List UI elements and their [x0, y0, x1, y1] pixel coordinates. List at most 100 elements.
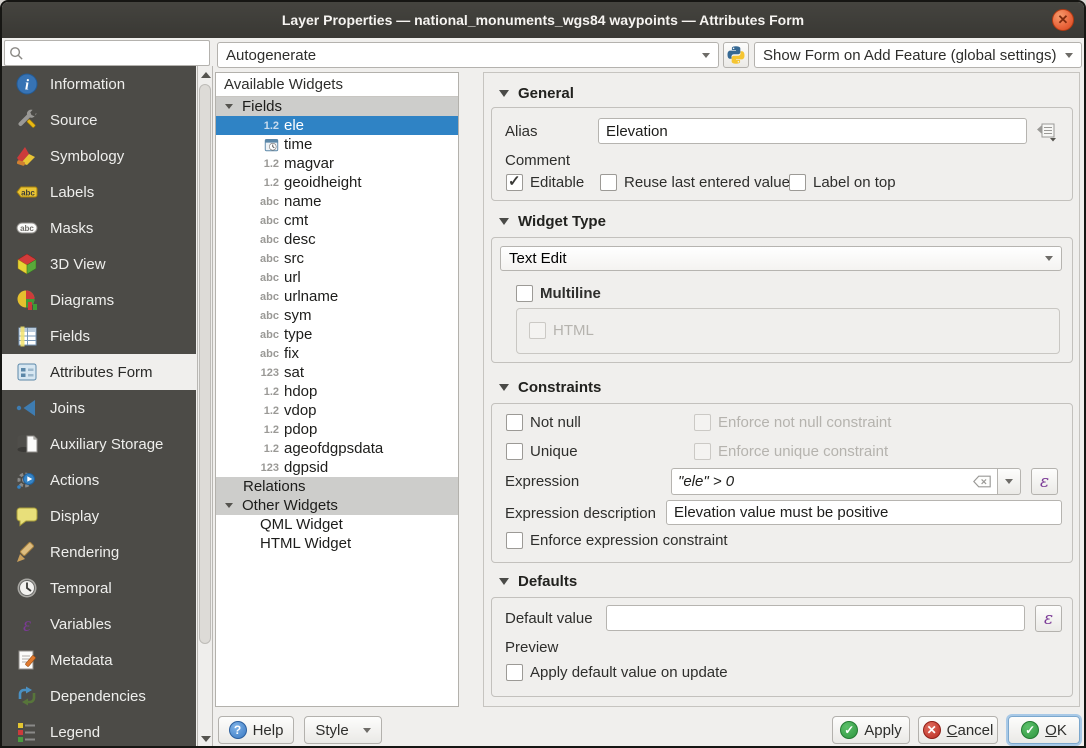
sidebar-item-labels[interactable]: abc Labels [2, 174, 196, 210]
sidebar-item-joins[interactable]: Joins [2, 390, 196, 426]
expression-field[interactable]: "ele" > 0 [671, 468, 1021, 495]
sidebar-item-variables[interactable]: ε Variables [2, 606, 196, 642]
tree-item-cmt[interactable]: abccmt [216, 211, 458, 230]
sidebar-scrollbar[interactable] [197, 66, 213, 748]
tree-item-magvar[interactable]: 1.2magvar [216, 154, 458, 173]
clear-text-icon[interactable] [973, 475, 991, 488]
sidebar-item-information[interactable]: i Information [2, 66, 196, 102]
unique-checkbox[interactable]: Unique [506, 443, 578, 460]
section-collapse-icon[interactable] [499, 218, 509, 225]
collapse-arrow-icon[interactable] [225, 503, 233, 508]
sidebar-item-display[interactable]: Display [2, 498, 196, 534]
section-collapse-icon[interactable] [499, 90, 509, 97]
tree-item-geoidheight[interactable]: 1.2geoidheight [216, 173, 458, 192]
section-defaults[interactable]: Defaults [499, 573, 577, 590]
sidebar-item-source[interactable]: Source [2, 102, 196, 138]
tree-item-dgpsid[interactable]: 123dgpsid [216, 458, 458, 477]
tree-item-ageofdgpsdata[interactable]: 1.2ageofdgpsdata [216, 439, 458, 458]
tree-item-hdop[interactable]: 1.2hdop [216, 382, 458, 401]
sidebar-item-diagrams[interactable]: Diagrams [2, 282, 196, 318]
style-menu-button[interactable]: Style [304, 716, 382, 744]
search-input[interactable] [24, 45, 205, 61]
symbology-icon [15, 144, 39, 168]
tree-item-html-widget[interactable]: HTML Widget [216, 534, 458, 553]
default-value-input[interactable] [606, 605, 1025, 631]
close-icon[interactable]: ✕ [1052, 9, 1074, 31]
sidebar-item-temporal[interactable]: Temporal [2, 570, 196, 606]
checkbox-icon[interactable] [506, 414, 523, 431]
enforce-not-null-checkbox[interactable]: Enforce not null constraint [694, 414, 891, 431]
form-layout-select[interactable]: Autogenerate [217, 42, 719, 68]
tree-item-url[interactable]: abcurl [216, 268, 458, 287]
ok-button[interactable]: ✓ OK [1008, 716, 1080, 744]
data-defined-override-button[interactable] [1033, 118, 1059, 144]
tree-group-relations[interactable]: Relations [216, 477, 458, 496]
collapse-arrow-icon[interactable] [225, 104, 233, 109]
default-expression-button[interactable]: ε [1035, 605, 1062, 632]
checkbox-icon[interactable] [506, 532, 523, 549]
scroll-up-icon[interactable] [201, 72, 211, 78]
scroll-down-icon[interactable] [201, 736, 211, 742]
tree-item-qml-widget[interactable]: QML Widget [216, 515, 458, 534]
multiline-checkbox[interactable]: Multiline [516, 285, 601, 302]
tree-group-other-widgets[interactable]: Other Widgets [216, 496, 458, 515]
editable-checkbox[interactable]: Editable [506, 174, 584, 191]
tree-item-name[interactable]: abcname [216, 192, 458, 211]
html-checkbox[interactable]: HTML [529, 322, 594, 339]
checkbox-icon[interactable] [506, 174, 523, 191]
tree-item-sat[interactable]: 123sat [216, 363, 458, 382]
alias-input[interactable]: Elevation [598, 118, 1027, 144]
constraints-frame: Not null Enforce not null constraint Uni… [491, 403, 1073, 563]
tree-item-desc[interactable]: abcdesc [216, 230, 458, 249]
expression-builder-button[interactable]: ε [1031, 468, 1058, 495]
not-null-checkbox[interactable]: Not null [506, 414, 581, 431]
tree-item-time[interactable]: time [216, 135, 458, 154]
checkbox-icon[interactable] [506, 664, 523, 681]
enforce-expression-checkbox[interactable]: Enforce expression constraint [506, 532, 728, 549]
epsilon-icon: ε [1040, 472, 1049, 492]
checkbox-icon[interactable] [789, 174, 806, 191]
show-form-select[interactable]: Show Form on Add Feature (global setting… [754, 42, 1082, 68]
tree-item-type[interactable]: abctype [216, 325, 458, 344]
tree-item-fix[interactable]: abcfix [216, 344, 458, 363]
sidebar-item-actions[interactable]: Actions [2, 462, 196, 498]
sidebar-item-attributes-form[interactable]: Attributes Form [2, 354, 196, 390]
sidebar-item-dependencies[interactable]: Dependencies [2, 678, 196, 714]
enforce-unique-checkbox[interactable]: Enforce unique constraint [694, 443, 888, 460]
cancel-button[interactable]: ✕ Cancel [918, 716, 998, 744]
sidebar-item-3d-view[interactable]: 3D View [2, 246, 196, 282]
scrollbar-thumb[interactable] [199, 84, 211, 644]
tree-item-vdop[interactable]: 1.2vdop [216, 401, 458, 420]
sidebar-item-legend[interactable]: Legend [2, 714, 196, 748]
tree-item-src[interactable]: abcsrc [216, 249, 458, 268]
sidebar-item-fields[interactable]: Fields [2, 318, 196, 354]
apply-button[interactable]: ✓ Apply [832, 716, 910, 744]
checkbox-icon[interactable] [516, 285, 533, 302]
sidebar-item-metadata[interactable]: Metadata [2, 642, 196, 678]
checkbox-icon [529, 322, 546, 339]
section-constraints[interactable]: Constraints [499, 379, 601, 396]
sidebar-item-auxiliary-storage[interactable]: Auxiliary Storage [2, 426, 196, 462]
label-on-top-checkbox[interactable]: Label on top [789, 174, 896, 191]
reuse-last-value-checkbox[interactable]: Reuse last entered value [600, 174, 790, 191]
expression-history-dropdown[interactable] [997, 468, 1021, 495]
expression-description-input[interactable]: Elevation value must be positive [666, 500, 1062, 525]
checkbox-icon[interactable] [600, 174, 617, 191]
tree-item-urlname[interactable]: abcurlname [216, 287, 458, 306]
section-collapse-icon[interactable] [499, 578, 509, 585]
tree-group-fields[interactable]: Fields [216, 97, 458, 116]
sidebar-item-rendering[interactable]: Rendering [2, 534, 196, 570]
section-widget-type[interactable]: Widget Type [499, 213, 606, 230]
tree-item-pdop[interactable]: 1.2pdop [216, 420, 458, 439]
apply-default-on-update-checkbox[interactable]: Apply default value on update [506, 664, 728, 681]
python-init-button[interactable] [723, 42, 749, 68]
tree-item-ele[interactable]: 1.2ele [216, 116, 458, 135]
widget-type-select[interactable]: Text Edit [500, 246, 1062, 271]
sidebar-item-symbology[interactable]: Symbology [2, 138, 196, 174]
checkbox-icon[interactable] [506, 443, 523, 460]
section-general[interactable]: General [499, 85, 574, 102]
help-button[interactable]: ? Help [218, 716, 294, 744]
tree-item-sym[interactable]: abcsym [216, 306, 458, 325]
section-collapse-icon[interactable] [499, 384, 509, 391]
sidebar-item-masks[interactable]: abc Masks [2, 210, 196, 246]
